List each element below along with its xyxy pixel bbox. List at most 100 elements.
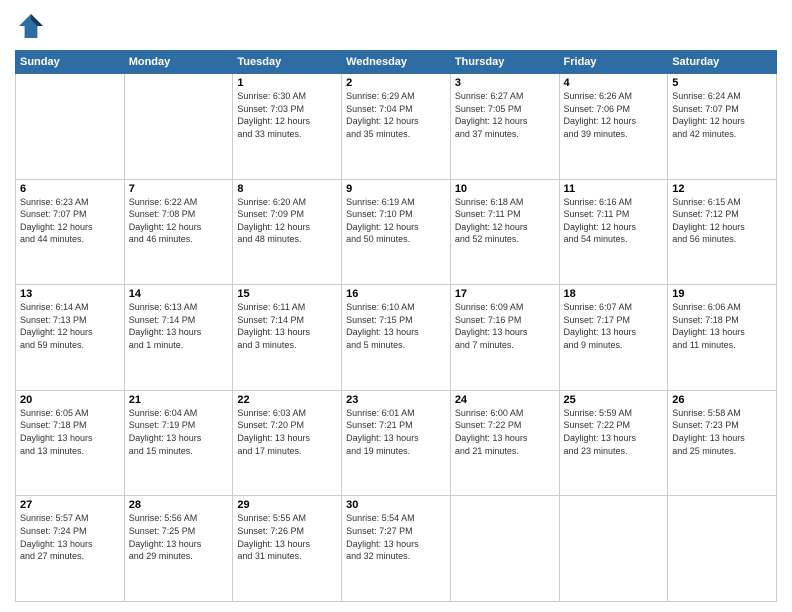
day-info: Sunrise: 5:59 AM Sunset: 7:22 PM Dayligh… [564, 407, 664, 457]
week-row-1: 6Sunrise: 6:23 AM Sunset: 7:07 PM Daylig… [16, 179, 777, 285]
day-number: 8 [237, 183, 337, 195]
day-number: 1 [237, 77, 337, 89]
day-info: Sunrise: 5:54 AM Sunset: 7:27 PM Dayligh… [346, 512, 446, 562]
day-cell: 23Sunrise: 6:01 AM Sunset: 7:21 PM Dayli… [342, 390, 451, 496]
day-cell: 6Sunrise: 6:23 AM Sunset: 7:07 PM Daylig… [16, 179, 125, 285]
day-info: Sunrise: 6:23 AM Sunset: 7:07 PM Dayligh… [20, 196, 120, 246]
day-info: Sunrise: 6:00 AM Sunset: 7:22 PM Dayligh… [455, 407, 555, 457]
header [15, 10, 777, 42]
day-cell: 20Sunrise: 6:05 AM Sunset: 7:18 PM Dayli… [16, 390, 125, 496]
weekday-saturday: Saturday [668, 51, 777, 74]
day-cell: 7Sunrise: 6:22 AM Sunset: 7:08 PM Daylig… [124, 179, 233, 285]
day-number: 30 [346, 499, 446, 511]
day-cell: 22Sunrise: 6:03 AM Sunset: 7:20 PM Dayli… [233, 390, 342, 496]
day-number: 25 [564, 394, 664, 406]
day-number: 20 [20, 394, 120, 406]
day-number: 14 [129, 288, 229, 300]
day-info: Sunrise: 6:09 AM Sunset: 7:16 PM Dayligh… [455, 301, 555, 351]
day-info: Sunrise: 6:05 AM Sunset: 7:18 PM Dayligh… [20, 407, 120, 457]
day-cell: 13Sunrise: 6:14 AM Sunset: 7:13 PM Dayli… [16, 285, 125, 391]
day-number: 4 [564, 77, 664, 89]
day-cell [16, 74, 125, 180]
day-number: 28 [129, 499, 229, 511]
day-info: Sunrise: 5:55 AM Sunset: 7:26 PM Dayligh… [237, 512, 337, 562]
day-number: 23 [346, 394, 446, 406]
day-cell: 21Sunrise: 6:04 AM Sunset: 7:19 PM Dayli… [124, 390, 233, 496]
day-info: Sunrise: 6:22 AM Sunset: 7:08 PM Dayligh… [129, 196, 229, 246]
day-info: Sunrise: 6:03 AM Sunset: 7:20 PM Dayligh… [237, 407, 337, 457]
day-cell [668, 496, 777, 602]
day-info: Sunrise: 6:24 AM Sunset: 7:07 PM Dayligh… [672, 90, 772, 140]
calendar: SundayMondayTuesdayWednesdayThursdayFrid… [15, 50, 777, 602]
day-number: 13 [20, 288, 120, 300]
day-cell: 26Sunrise: 5:58 AM Sunset: 7:23 PM Dayli… [668, 390, 777, 496]
day-cell: 25Sunrise: 5:59 AM Sunset: 7:22 PM Dayli… [559, 390, 668, 496]
day-cell: 9Sunrise: 6:19 AM Sunset: 7:10 PM Daylig… [342, 179, 451, 285]
day-number: 19 [672, 288, 772, 300]
day-cell [559, 496, 668, 602]
day-number: 15 [237, 288, 337, 300]
day-cell: 11Sunrise: 6:16 AM Sunset: 7:11 PM Dayli… [559, 179, 668, 285]
day-cell: 15Sunrise: 6:11 AM Sunset: 7:14 PM Dayli… [233, 285, 342, 391]
day-cell: 12Sunrise: 6:15 AM Sunset: 7:12 PM Dayli… [668, 179, 777, 285]
day-info: Sunrise: 6:16 AM Sunset: 7:11 PM Dayligh… [564, 196, 664, 246]
day-number: 12 [672, 183, 772, 195]
weekday-monday: Monday [124, 51, 233, 74]
day-info: Sunrise: 5:57 AM Sunset: 7:24 PM Dayligh… [20, 512, 120, 562]
day-cell: 3Sunrise: 6:27 AM Sunset: 7:05 PM Daylig… [450, 74, 559, 180]
day-number: 5 [672, 77, 772, 89]
week-row-2: 13Sunrise: 6:14 AM Sunset: 7:13 PM Dayli… [16, 285, 777, 391]
day-number: 22 [237, 394, 337, 406]
logo-icon [15, 10, 47, 42]
day-info: Sunrise: 6:15 AM Sunset: 7:12 PM Dayligh… [672, 196, 772, 246]
weekday-wednesday: Wednesday [342, 51, 451, 74]
day-number: 11 [564, 183, 664, 195]
day-info: Sunrise: 6:14 AM Sunset: 7:13 PM Dayligh… [20, 301, 120, 351]
day-number: 16 [346, 288, 446, 300]
weekday-sunday: Sunday [16, 51, 125, 74]
day-number: 10 [455, 183, 555, 195]
day-number: 6 [20, 183, 120, 195]
day-cell: 1Sunrise: 6:30 AM Sunset: 7:03 PM Daylig… [233, 74, 342, 180]
day-number: 21 [129, 394, 229, 406]
day-cell: 14Sunrise: 6:13 AM Sunset: 7:14 PM Dayli… [124, 285, 233, 391]
day-info: Sunrise: 6:18 AM Sunset: 7:11 PM Dayligh… [455, 196, 555, 246]
day-number: 18 [564, 288, 664, 300]
day-number: 27 [20, 499, 120, 511]
day-number: 17 [455, 288, 555, 300]
day-info: Sunrise: 6:20 AM Sunset: 7:09 PM Dayligh… [237, 196, 337, 246]
day-info: Sunrise: 6:29 AM Sunset: 7:04 PM Dayligh… [346, 90, 446, 140]
day-info: Sunrise: 6:30 AM Sunset: 7:03 PM Dayligh… [237, 90, 337, 140]
day-info: Sunrise: 6:26 AM Sunset: 7:06 PM Dayligh… [564, 90, 664, 140]
day-cell: 5Sunrise: 6:24 AM Sunset: 7:07 PM Daylig… [668, 74, 777, 180]
day-number: 2 [346, 77, 446, 89]
page: SundayMondayTuesdayWednesdayThursdayFrid… [0, 0, 792, 612]
day-info: Sunrise: 5:56 AM Sunset: 7:25 PM Dayligh… [129, 512, 229, 562]
day-cell: 4Sunrise: 6:26 AM Sunset: 7:06 PM Daylig… [559, 74, 668, 180]
calendar-header: SundayMondayTuesdayWednesdayThursdayFrid… [16, 51, 777, 74]
day-cell: 24Sunrise: 6:00 AM Sunset: 7:22 PM Dayli… [450, 390, 559, 496]
day-cell: 10Sunrise: 6:18 AM Sunset: 7:11 PM Dayli… [450, 179, 559, 285]
week-row-3: 20Sunrise: 6:05 AM Sunset: 7:18 PM Dayli… [16, 390, 777, 496]
day-info: Sunrise: 6:04 AM Sunset: 7:19 PM Dayligh… [129, 407, 229, 457]
day-cell [124, 74, 233, 180]
day-cell: 17Sunrise: 6:09 AM Sunset: 7:16 PM Dayli… [450, 285, 559, 391]
day-info: Sunrise: 5:58 AM Sunset: 7:23 PM Dayligh… [672, 407, 772, 457]
day-info: Sunrise: 6:06 AM Sunset: 7:18 PM Dayligh… [672, 301, 772, 351]
week-row-0: 1Sunrise: 6:30 AM Sunset: 7:03 PM Daylig… [16, 74, 777, 180]
day-cell: 30Sunrise: 5:54 AM Sunset: 7:27 PM Dayli… [342, 496, 451, 602]
day-cell: 19Sunrise: 6:06 AM Sunset: 7:18 PM Dayli… [668, 285, 777, 391]
weekday-row: SundayMondayTuesdayWednesdayThursdayFrid… [16, 51, 777, 74]
day-info: Sunrise: 6:13 AM Sunset: 7:14 PM Dayligh… [129, 301, 229, 351]
day-number: 29 [237, 499, 337, 511]
day-cell [450, 496, 559, 602]
calendar-body: 1Sunrise: 6:30 AM Sunset: 7:03 PM Daylig… [16, 74, 777, 602]
day-cell: 2Sunrise: 6:29 AM Sunset: 7:04 PM Daylig… [342, 74, 451, 180]
day-info: Sunrise: 6:19 AM Sunset: 7:10 PM Dayligh… [346, 196, 446, 246]
day-cell: 8Sunrise: 6:20 AM Sunset: 7:09 PM Daylig… [233, 179, 342, 285]
day-info: Sunrise: 6:10 AM Sunset: 7:15 PM Dayligh… [346, 301, 446, 351]
day-cell: 16Sunrise: 6:10 AM Sunset: 7:15 PM Dayli… [342, 285, 451, 391]
day-info: Sunrise: 6:27 AM Sunset: 7:05 PM Dayligh… [455, 90, 555, 140]
day-cell: 28Sunrise: 5:56 AM Sunset: 7:25 PM Dayli… [124, 496, 233, 602]
day-number: 3 [455, 77, 555, 89]
